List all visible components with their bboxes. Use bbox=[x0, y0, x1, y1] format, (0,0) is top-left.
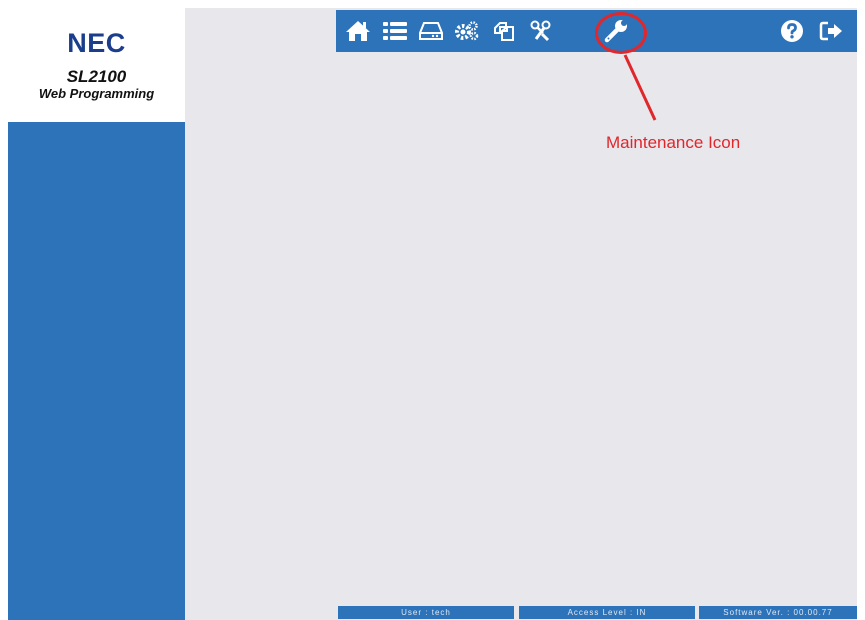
settings-button[interactable] bbox=[449, 10, 485, 52]
home-icon bbox=[346, 21, 370, 41]
logo-panel: NEC SL2100 Web Programming bbox=[8, 8, 185, 122]
copy-pages-icon bbox=[494, 22, 514, 41]
storage-button[interactable] bbox=[413, 10, 449, 52]
product-subtitle: Web Programming bbox=[38, 86, 155, 101]
brand-logo: NEC bbox=[67, 28, 126, 58]
toolbar bbox=[336, 10, 857, 52]
status-user: User : tech bbox=[338, 606, 514, 619]
help-icon bbox=[781, 20, 803, 42]
gears-icon bbox=[455, 21, 479, 41]
logout-button[interactable] bbox=[814, 10, 850, 52]
hard-drive-icon bbox=[419, 22, 443, 40]
tools-icon bbox=[530, 20, 551, 42]
sidebar: NEC SL2100 Web Programming bbox=[8, 8, 185, 620]
tools-button[interactable] bbox=[523, 10, 559, 52]
help-button[interactable] bbox=[774, 10, 810, 52]
status-software-version: Software Ver. : 00.00.77 bbox=[699, 606, 857, 619]
annotation-label: Maintenance Icon bbox=[606, 133, 741, 152]
list-icon bbox=[383, 22, 407, 40]
maintenance-button[interactable] bbox=[599, 10, 635, 52]
status-access-level: Access Level : IN bbox=[519, 606, 695, 619]
main-content-area bbox=[185, 8, 857, 620]
home-button[interactable] bbox=[340, 10, 376, 52]
copy-button[interactable] bbox=[486, 10, 522, 52]
product-name: SL2100 bbox=[66, 67, 127, 86]
logout-icon bbox=[819, 21, 842, 41]
list-button[interactable] bbox=[377, 10, 413, 52]
wrench-icon bbox=[604, 20, 627, 43]
